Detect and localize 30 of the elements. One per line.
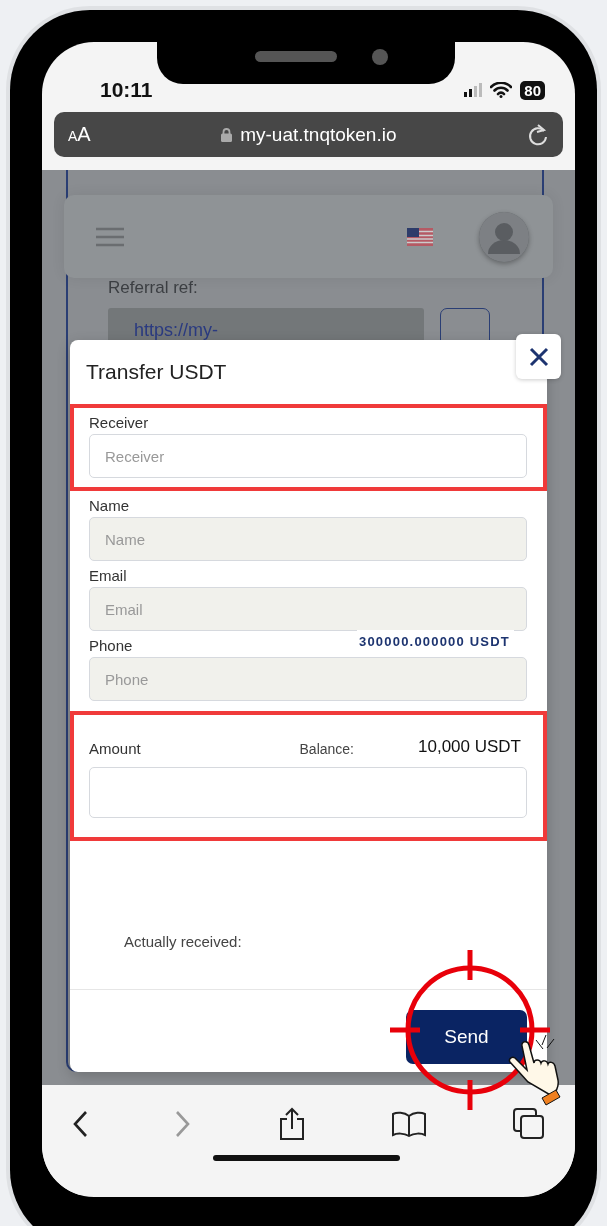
wifi-icon — [490, 82, 513, 98]
address-bar[interactable]: AA my-uat.tnqtoken.io — [54, 112, 563, 157]
tabs-icon[interactable] — [513, 1108, 545, 1140]
page-url: my-uat.tnqtoken.io — [240, 123, 397, 146]
reload-icon[interactable] — [527, 122, 549, 147]
amount-input-field[interactable] — [89, 767, 527, 818]
close-button[interactable] — [516, 334, 561, 379]
battery-level: 80 — [520, 80, 545, 100]
field-label: Email — [89, 566, 127, 586]
referral-label: Referral ref: — [108, 278, 198, 298]
share-icon[interactable] — [277, 1107, 306, 1141]
text-size-button[interactable]: AA — [68, 123, 91, 146]
field-label: Receiver — [89, 413, 149, 433]
send-button[interactable]: Send — [406, 1010, 527, 1064]
bookmarks-icon[interactable] — [392, 1111, 427, 1137]
back-icon[interactable] — [72, 1110, 88, 1138]
received-label: Actually received: — [123, 932, 243, 952]
lock-icon — [221, 127, 233, 142]
close-icon — [528, 346, 549, 367]
field-label: Name — [89, 496, 129, 516]
field-label: Amount — [89, 740, 141, 757]
field-label: Phone — [89, 636, 133, 656]
signal-icon — [464, 83, 483, 97]
text-input-field[interactable]: Receiver — [89, 434, 527, 478]
flag-icon[interactable] — [407, 227, 433, 246]
balance-label: Balance: — [299, 741, 354, 757]
camera-lens — [372, 49, 388, 65]
modal-title: Transfer USDT — [85, 359, 228, 385]
status-time: 10:11 — [100, 77, 153, 102]
balance-value: 10,000 USDT — [418, 737, 521, 757]
